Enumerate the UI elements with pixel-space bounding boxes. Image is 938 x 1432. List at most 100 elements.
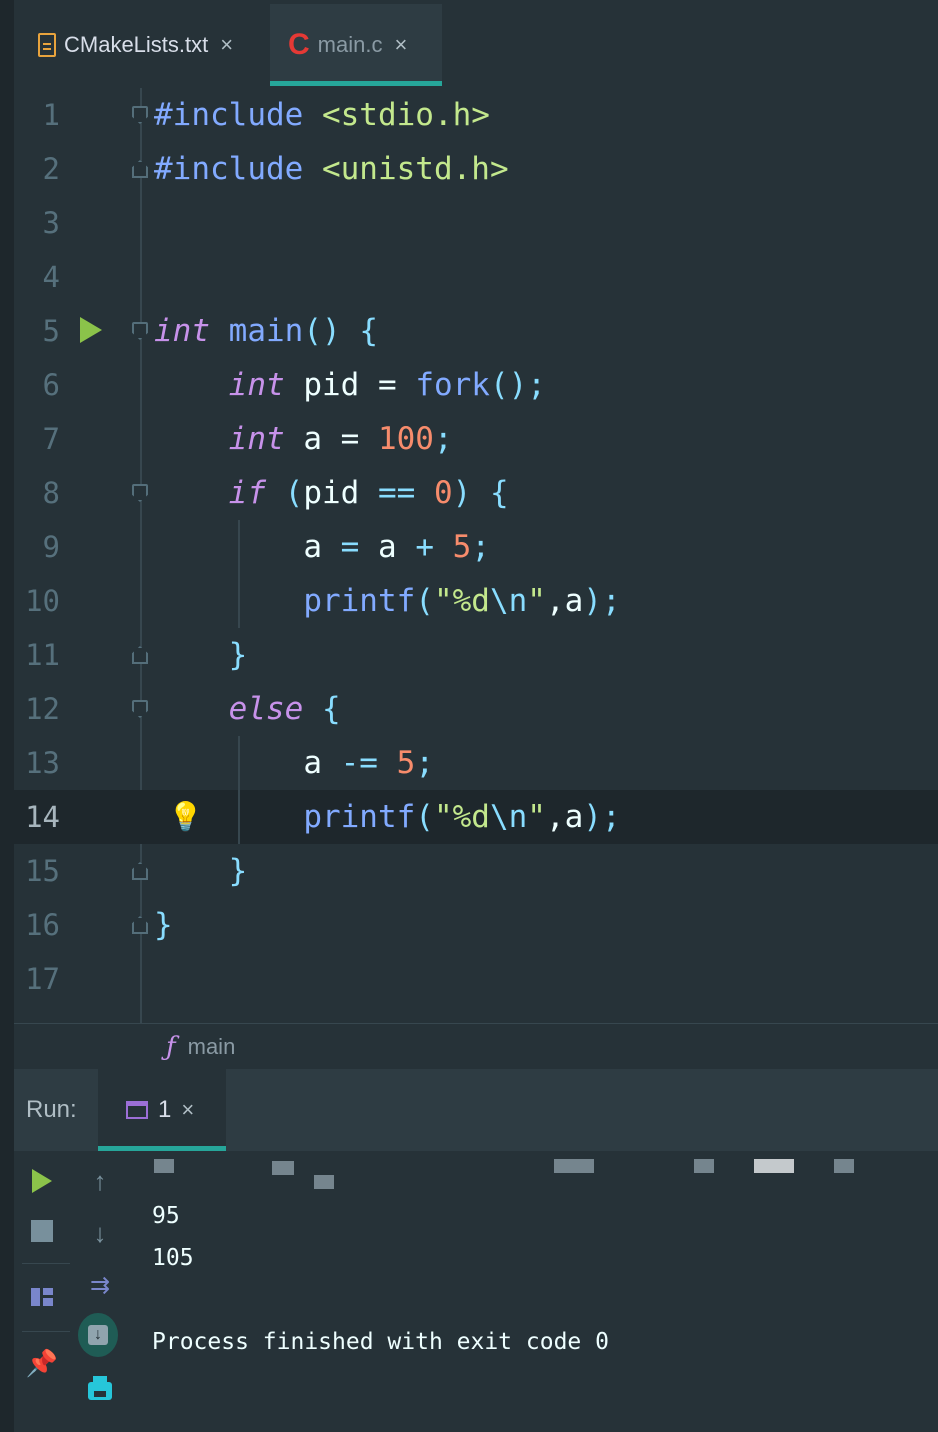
function-name: main xyxy=(228,313,304,349)
tab-main-c[interactable]: C main.c × xyxy=(270,4,442,86)
run-tab-1[interactable]: 1 × xyxy=(98,1069,226,1151)
tab-label: CMakeLists.txt xyxy=(64,32,209,57)
operator: -= xyxy=(321,745,397,781)
preprocessor-directive: #include xyxy=(154,97,304,133)
clipped-output-line xyxy=(154,1159,174,1173)
console-output-line: 95 xyxy=(152,1203,180,1229)
identifier: a xyxy=(303,529,322,565)
run-label: Run: xyxy=(26,1096,77,1123)
scroll-to-end-button[interactable]: ↓ xyxy=(78,1313,118,1357)
code-line: 4 xyxy=(14,250,938,304)
punctuation: () { xyxy=(303,313,378,349)
line-number: 8 xyxy=(42,476,60,510)
clipped-output-line xyxy=(694,1159,714,1173)
operator: + xyxy=(396,529,453,565)
keyword: int xyxy=(154,313,210,349)
code-line: 8 if (pid == 0) { xyxy=(14,466,938,520)
code-line: 2 #include <unistd.h> xyxy=(14,142,938,196)
identifier: pid xyxy=(303,475,360,511)
run-panel-header: Run: 1 × xyxy=(14,1069,938,1151)
code-line: 11 } xyxy=(14,628,938,682)
print-icon xyxy=(88,1376,112,1400)
scroll-up-button[interactable]: ↑ xyxy=(80,1161,120,1201)
string-literal: " xyxy=(527,583,546,619)
punctuation: } xyxy=(228,637,248,673)
code-line: 6 int pid = fork(); xyxy=(14,358,938,412)
include-header: <unistd.h> xyxy=(321,151,509,187)
number-literal: 5 xyxy=(396,745,416,781)
operator: == xyxy=(359,475,434,511)
line-number: 3 xyxy=(42,206,60,240)
soft-wrap-icon: ⇉ xyxy=(89,1271,111,1299)
function-icon: ƒ xyxy=(166,1031,176,1062)
code-line: 10 printf("%d\n",a); xyxy=(14,574,938,628)
line-number: 1 xyxy=(42,98,60,132)
punctuation: (); xyxy=(489,367,546,403)
punctuation: ); xyxy=(583,583,621,619)
run-gutter-icon[interactable] xyxy=(80,317,102,343)
toolbar-divider xyxy=(22,1263,70,1264)
indent-guide xyxy=(238,736,240,844)
punctuation: ) { xyxy=(452,475,509,511)
breadcrumb-item[interactable]: main xyxy=(188,1034,236,1060)
stop-button[interactable] xyxy=(22,1211,62,1251)
line-number: 12 xyxy=(25,692,60,726)
stop-icon xyxy=(31,1220,53,1242)
include-header: <stdio.h> xyxy=(321,97,490,133)
line-number: 13 xyxy=(25,746,60,780)
keyword: else xyxy=(228,691,304,727)
close-icon[interactable]: × xyxy=(220,32,233,58)
breadcrumb[interactable]: ƒ main xyxy=(14,1023,938,1069)
clipped-output-line xyxy=(314,1175,334,1189)
identifier: a xyxy=(377,529,397,565)
punctuation: ( xyxy=(415,799,434,835)
rerun-button[interactable] xyxy=(22,1161,62,1201)
code-line: 9 a = a + 5; xyxy=(14,520,938,574)
toolbar-divider xyxy=(22,1331,70,1332)
pin-button[interactable]: 📌 xyxy=(22,1343,62,1383)
escape-sequence: \n xyxy=(489,583,528,619)
punctuation: ; xyxy=(433,421,453,457)
code-line: 15 } xyxy=(14,844,938,898)
number-literal: 0 xyxy=(433,475,453,511)
print-button[interactable] xyxy=(80,1371,120,1411)
code-line-current: 14 💡 printf("%d\n",a); xyxy=(14,790,938,844)
keyword: int xyxy=(228,367,285,403)
line-number: 10 xyxy=(25,584,60,618)
punctuation: { xyxy=(303,691,341,727)
console-output-line: 105 xyxy=(152,1245,194,1271)
function-call: printf xyxy=(303,583,416,619)
code-editor[interactable]: 1 #include <stdio.h> 2 #include <unistd.… xyxy=(14,88,938,1023)
line-number: 7 xyxy=(42,422,60,456)
punctuation: ); xyxy=(583,799,621,835)
identifier: ,a xyxy=(545,583,584,619)
scroll-down-button[interactable]: ↓ xyxy=(80,1213,120,1253)
punctuation: } xyxy=(154,907,173,943)
tab-cmakelists[interactable]: CMakeLists.txt × xyxy=(20,4,270,86)
identifier: a = xyxy=(303,421,378,457)
punctuation: ( xyxy=(415,583,434,619)
scroll-to-end-icon: ↓ xyxy=(78,1313,118,1357)
layout-button[interactable] xyxy=(22,1277,62,1317)
number-literal: 100 xyxy=(377,421,434,457)
close-icon[interactable]: × xyxy=(394,32,407,58)
pin-icon: 📌 xyxy=(25,1347,59,1378)
string-literal: "%d xyxy=(433,799,490,835)
code-line: 1 #include <stdio.h> xyxy=(14,88,938,142)
c-file-icon: C xyxy=(288,28,310,61)
punctuation: ; xyxy=(415,745,434,781)
line-number: 4 xyxy=(42,260,60,294)
escape-sequence: \n xyxy=(489,799,528,835)
soft-wrap-button[interactable]: ⇉ xyxy=(80,1265,120,1305)
identifier: a xyxy=(303,745,322,781)
code-line: 12 else { xyxy=(14,682,938,736)
run-console[interactable]: 📌 ↑ ↓ ⇉ ↓ 95 105 Process finished with e… xyxy=(14,1151,938,1432)
identifier: ,a xyxy=(545,799,584,835)
left-tool-strip xyxy=(0,0,14,1432)
close-icon[interactable]: × xyxy=(181,1097,194,1123)
punctuation: ; xyxy=(471,529,490,565)
line-number: 2 xyxy=(42,152,60,186)
code-line: 16 } xyxy=(14,898,938,952)
console-icon xyxy=(126,1101,148,1119)
keyword: if xyxy=(228,475,266,511)
